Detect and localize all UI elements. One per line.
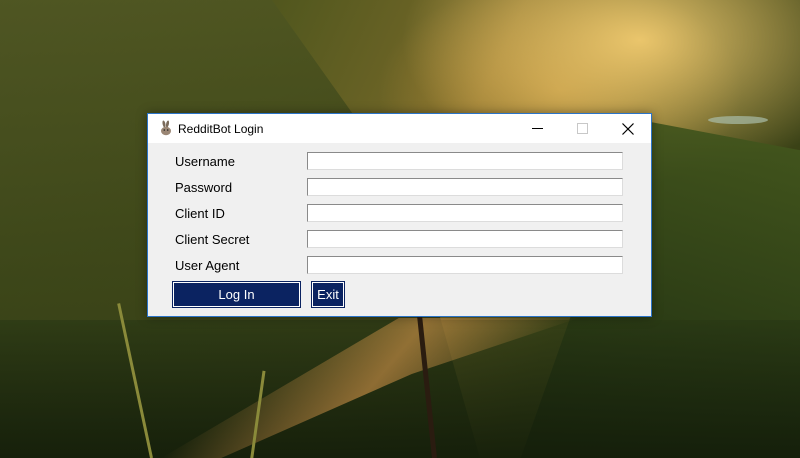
- client-id-label: Client ID: [175, 206, 225, 221]
- user-agent-label: User Agent: [175, 258, 240, 273]
- client-secret-input[interactable]: [307, 230, 623, 248]
- login-button[interactable]: Log In: [172, 281, 301, 308]
- password-input[interactable]: [307, 178, 623, 196]
- rabbit-icon: [158, 120, 174, 136]
- client-id-input[interactable]: [307, 204, 623, 222]
- minimize-button[interactable]: [515, 114, 560, 143]
- window-title: RedditBot Login: [178, 122, 264, 136]
- exit-button[interactable]: Exit: [311, 281, 345, 308]
- minimize-icon: [532, 123, 543, 134]
- title-bar[interactable]: RedditBot Login: [148, 114, 651, 143]
- close-button[interactable]: [605, 114, 650, 143]
- username-label: Username: [175, 154, 235, 169]
- username-input[interactable]: [307, 152, 623, 170]
- maximize-button[interactable]: [560, 114, 605, 143]
- login-window: RedditBot Login Username Password Client…: [147, 113, 652, 317]
- password-label: Password: [175, 180, 233, 195]
- close-icon: [621, 122, 634, 135]
- maximize-icon: [577, 123, 588, 134]
- user-agent-input[interactable]: [307, 256, 623, 274]
- client-secret-label: Client Secret: [175, 232, 250, 247]
- wallpaper-lake: [708, 116, 768, 124]
